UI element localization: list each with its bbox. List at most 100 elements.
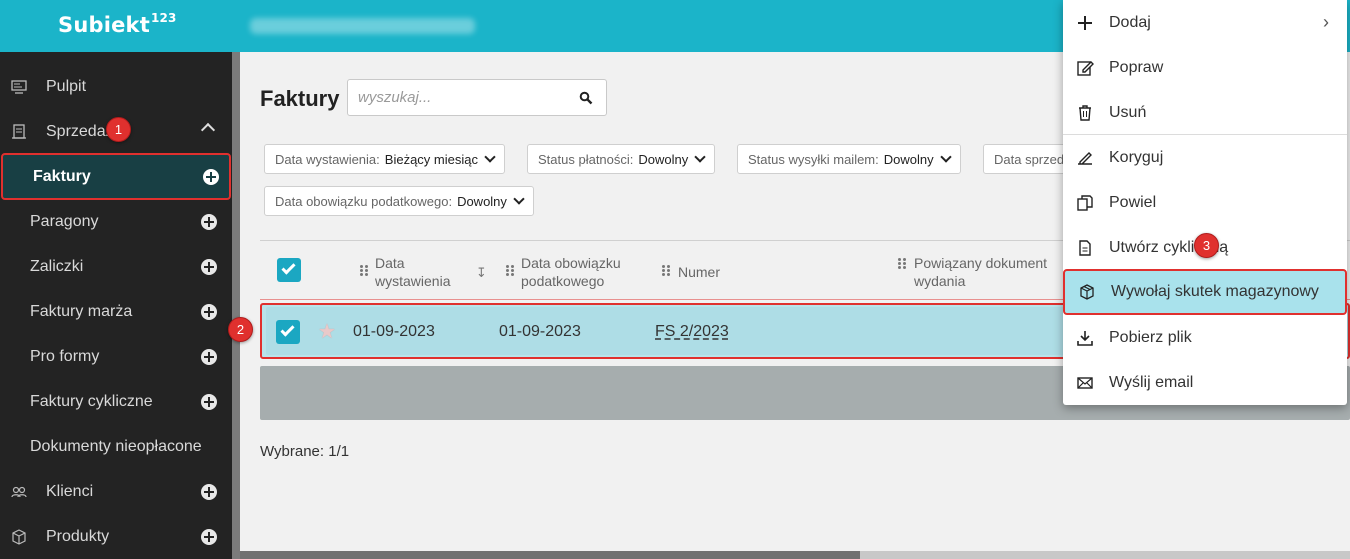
menu-item-powiel[interactable]: Powiel xyxy=(1063,180,1347,225)
filter-tax-date[interactable]: Data obowiązku podatkowego: Dowolny xyxy=(264,186,534,216)
scrollbar-thumb[interactable] xyxy=(240,551,860,559)
sidebar-item-pulpit[interactable]: Pulpit xyxy=(0,64,232,109)
step-marker-2: 2 xyxy=(228,317,253,342)
horizontal-scrollbar[interactable] xyxy=(240,551,1350,559)
sidebar-item-produkty[interactable]: Produkty xyxy=(0,514,232,559)
cell-tax-date: 01-09-2023 xyxy=(499,323,581,340)
add-klient-icon[interactable] xyxy=(201,483,217,500)
sidebar-item-label: Sprzedaż xyxy=(46,122,114,140)
menu-item-wywolaj-skutek-magazynowy[interactable]: Wywołaj skutek magazynowy xyxy=(1063,269,1347,315)
add-zaliczka-icon[interactable] xyxy=(201,258,217,275)
package-icon xyxy=(1080,284,1094,300)
select-all-checkbox[interactable] xyxy=(277,258,301,282)
document-icon xyxy=(1079,239,1091,256)
receipt-icon xyxy=(12,123,26,139)
column-header-linked-document[interactable]: Powiązany dokument wydania xyxy=(914,254,1047,290)
sidebar-item-label: Faktury marża xyxy=(30,302,133,320)
sidebar-item-label: Pro formy xyxy=(30,347,100,365)
sidebar-item-pro-formy[interactable]: Pro formy xyxy=(0,334,232,379)
sidebar-item-faktury[interactable]: Faktury xyxy=(1,153,231,200)
sidebar-scrollbar[interactable] xyxy=(232,52,240,559)
sidebar-item-label: Produkty xyxy=(46,527,110,545)
search-icon[interactable] xyxy=(579,91,593,105)
sidebar-item-dokumenty-nieoplacone[interactable]: Dokumenty nieopłacone xyxy=(0,424,232,469)
cell-issue-date: 01-09-2023 xyxy=(353,323,435,340)
row-checkbox[interactable] xyxy=(276,320,300,344)
trash-icon xyxy=(1079,104,1091,121)
check-icon xyxy=(281,260,296,275)
add-pro-forma-icon[interactable] xyxy=(201,348,217,365)
sidebar-item-label: Faktury xyxy=(33,167,91,185)
sidebar-item-paragony[interactable]: Paragony xyxy=(0,199,232,244)
sidebar-item-zaliczki[interactable]: Zaliczki xyxy=(0,244,232,289)
company-name-blurred xyxy=(250,18,475,34)
edit-icon xyxy=(1077,60,1094,76)
menu-item-label: Wywołaj skutek magazynowy xyxy=(1111,283,1319,300)
add-faktura-cykliczna-icon[interactable] xyxy=(201,393,217,410)
filter-label: Status wysyłki mailem: xyxy=(748,151,879,167)
filter-email-status[interactable]: Status wysyłki mailem: Dowolny xyxy=(737,144,961,174)
sidebar-item-label: Klienci xyxy=(46,482,94,500)
search-box[interactable] xyxy=(347,79,607,116)
drag-handle-icon[interactable] xyxy=(662,265,670,277)
sort-icon[interactable]: ↧ xyxy=(476,265,487,281)
filter-label: Data wystawienia: xyxy=(275,151,380,167)
mail-icon xyxy=(1077,376,1093,389)
add-paragon-icon[interactable] xyxy=(201,213,217,230)
filter-value: Dowolny xyxy=(638,151,689,167)
filter-label: Data obowiązku podatkowego: xyxy=(275,193,453,209)
filter-label: Status płatności: xyxy=(538,151,634,167)
monitor-icon xyxy=(11,79,27,94)
box-icon xyxy=(12,528,26,545)
menu-item-label: Dodaj xyxy=(1109,13,1151,31)
drag-handle-icon[interactable] xyxy=(898,258,906,270)
filter-payment-status[interactable]: Status płatności: Dowolny xyxy=(527,144,716,174)
chevron-down-icon xyxy=(484,151,496,163)
column-header-issue-date[interactable]: Data wystawienia xyxy=(375,254,450,290)
menu-item-usun[interactable]: Usuń xyxy=(1063,90,1347,135)
column-header-number[interactable]: Numer xyxy=(678,263,720,281)
filter-value: Dowolny xyxy=(457,193,507,209)
chevron-up-icon xyxy=(200,122,216,138)
filter-sale-date[interactable]: Data sprzedaży: xyxy=(983,144,1073,174)
plus-icon xyxy=(1078,15,1092,30)
add-faktury-icon[interactable] xyxy=(203,168,219,185)
sidebar-item-label: Faktury cykliczne xyxy=(30,392,153,410)
page-title: Faktury xyxy=(260,86,340,111)
add-produkt-icon[interactable] xyxy=(201,528,217,545)
step-marker-3: 3 xyxy=(1194,233,1219,258)
step-marker-1: 1 xyxy=(106,117,131,142)
menu-item-label: Koryguj xyxy=(1109,148,1164,166)
filter-issue-date[interactable]: Data wystawienia: Bieżący miesiąc xyxy=(264,144,505,174)
add-faktura-marza-icon[interactable] xyxy=(201,303,217,320)
filter-label: Data sprzedaży: xyxy=(994,151,1072,167)
search-input[interactable] xyxy=(358,89,568,106)
menu-item-koryguj[interactable]: Koryguj xyxy=(1063,135,1347,180)
menu-item-popraw[interactable]: Popraw xyxy=(1063,45,1347,90)
menu-item-dodaj[interactable]: Dodaj › xyxy=(1063,0,1347,45)
chevron-down-icon xyxy=(694,151,706,163)
sidebar-item-faktury-cykliczne[interactable]: Faktury cykliczne xyxy=(0,379,232,424)
chevron-right-icon: › xyxy=(1323,12,1329,32)
drag-handle-icon[interactable] xyxy=(506,265,514,277)
sidebar-item-label: Zaliczki xyxy=(30,257,84,275)
check-icon xyxy=(280,322,295,337)
context-menu: Dodaj › Popraw Usuń Koryguj Powiel Utwór… xyxy=(1063,0,1347,405)
menu-item-label: Popraw xyxy=(1109,58,1164,76)
menu-item-label: Wyślij email xyxy=(1109,373,1194,391)
filter-value: Dowolny xyxy=(883,151,934,167)
star-icon[interactable]: ★ xyxy=(318,319,336,344)
app-logo[interactable]: Subiekt123 xyxy=(58,11,177,37)
users-icon xyxy=(11,486,27,497)
column-header-tax-date[interactable]: Data obowiązku podatkowego xyxy=(521,254,621,290)
drag-handle-icon[interactable] xyxy=(360,265,368,277)
sidebar-item-klienci[interactable]: Klienci xyxy=(0,469,232,514)
sidebar-item-label: Pulpit xyxy=(46,77,87,95)
menu-item-wyslij-email[interactable]: Wyślij email xyxy=(1063,360,1347,405)
cell-number-link[interactable]: FS 2/2023 xyxy=(655,323,729,341)
sidebar-item-faktury-marza[interactable]: Faktury marża xyxy=(0,289,232,334)
sidebar-item-label: Dokumenty nieopłacone xyxy=(30,437,202,455)
menu-item-label: Pobierz plik xyxy=(1109,328,1192,346)
menu-item-label: Powiel xyxy=(1109,193,1157,211)
menu-item-pobierz-plik[interactable]: Pobierz plik xyxy=(1063,315,1347,360)
